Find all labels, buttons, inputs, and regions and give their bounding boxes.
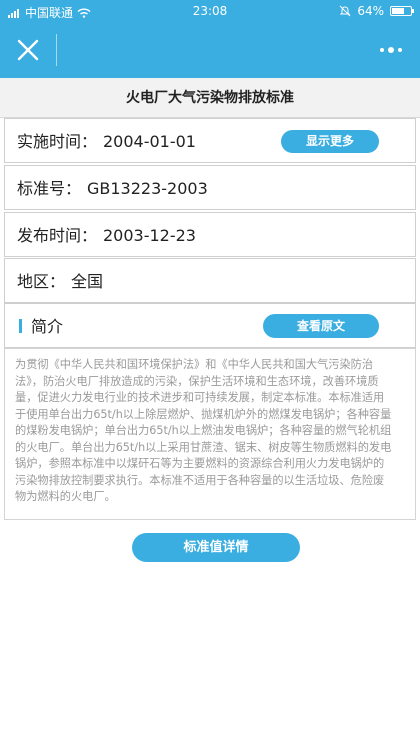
nav-divider <box>56 34 57 66</box>
description-line: 的煤粉发电锅炉；单台出力65t/h以上燃油发电锅炉；各种容量的燃气轮机组 <box>15 424 392 437</box>
description-line: 锅炉，参照本标准中以煤矸石等为主要燃料的资源综合利用火力发电锅炉的 <box>15 457 385 470</box>
status-bar: 中国联通 23:08 64% <box>0 0 420 22</box>
standard-number-value: GB13223-2003 <box>87 179 208 198</box>
standard-number-label: 标准号： <box>17 179 82 198</box>
region-label: 地区： <box>17 272 66 291</box>
page-title: 火电厂大气污染物排放标准 <box>0 78 420 118</box>
description-line: 污染物排放控制要求执行。本标准不适用于各种容量的以生活垃圾、危险废 <box>15 473 385 487</box>
view-original-button[interactable]: 查看原文 <box>263 314 379 338</box>
close-icon[interactable] <box>14 36 42 64</box>
intro-label: 简介 <box>31 317 64 336</box>
description-line: 物为燃料的火电厂。 <box>15 490 116 503</box>
battery-icon <box>390 6 414 16</box>
show-more-button[interactable]: 显示更多 <box>281 130 379 153</box>
intro-accent-bar <box>19 319 22 333</box>
more-dots-icon[interactable] <box>376 38 406 62</box>
implement-date-row: 实施时间： 2004-01-01 显示更多 <box>4 118 416 163</box>
description-line: 法》，防治火电厂排放造成的污染，保护生活环境和生态环境，改善环境质 <box>15 374 379 388</box>
region-row: 地区： 全国 <box>4 258 416 303</box>
publish-date-label: 发布时间： <box>17 226 98 245</box>
publish-date-value: 2003-12-23 <box>103 226 196 245</box>
intro-row: 简介 查看原文 <box>4 303 416 348</box>
nav-bar <box>0 22 420 78</box>
standard-detail-button[interactable]: 标准值详情 <box>132 533 300 562</box>
implement-date-value: 2004-01-01 <box>103 132 196 151</box>
description-line: 的火电厂。单台出力65t/h以上采用甘蔗渣、锯末、树皮等生物质燃料的发电 <box>15 440 392 454</box>
standard-number-row: 标准号： GB13223-2003 <box>4 165 416 210</box>
battery-text: 64% <box>357 4 384 18</box>
mute-bell-icon <box>339 5 351 17</box>
publish-date-row: 发布时间： 2003-12-23 <box>4 212 416 257</box>
description-line: 于使用单台出力65t/h以上除层燃炉、抛煤机炉外的燃煤发电锅炉；各种容量 <box>15 407 392 421</box>
description-text: 为贯彻《中华人民共和国环境保护法》和《中华人民共和国大气污染防治 法》，防治火电… <box>4 348 416 520</box>
description-line: 为贯彻《中华人民共和国环境保护法》和《中华人民共和国大气污染防治 <box>15 358 374 371</box>
status-right: 64% <box>339 4 414 18</box>
implement-date-label: 实施时间： <box>17 132 98 151</box>
region-value: 全国 <box>71 272 104 291</box>
battery-fill <box>392 8 404 14</box>
description-line: 量，促进火力发电行业的技术进步和可持续发展，制定本标准。本标准适用 <box>15 391 385 404</box>
